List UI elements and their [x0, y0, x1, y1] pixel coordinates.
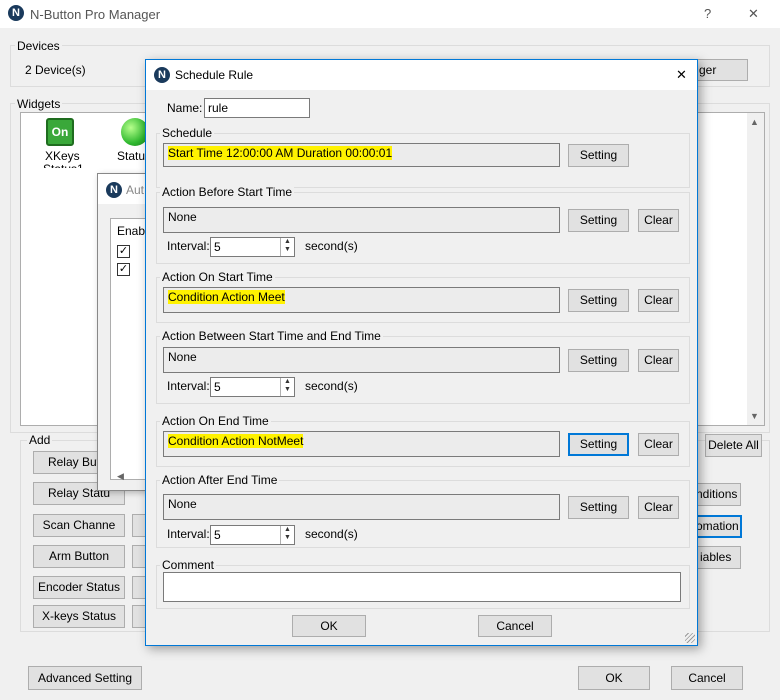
- name-label: Name:: [167, 101, 203, 115]
- advanced-setting-button[interactable]: Advanced Setting: [28, 666, 142, 690]
- resize-grip-icon[interactable]: [685, 633, 695, 643]
- enabled-column-header: Enabl: [117, 224, 148, 238]
- on-end-setting-button[interactable]: Setting: [568, 433, 629, 456]
- widgets-label: Widgets: [15, 97, 63, 111]
- add-col2-3[interactable]: [132, 576, 146, 599]
- widget-list-scrollbar[interactable]: ▲ ▼: [747, 113, 764, 425]
- spin-down-icon[interactable]: ▼: [281, 386, 294, 394]
- schedule-value: Start Time 12:00:00 AM Duration 00:00:01: [168, 146, 393, 160]
- before-start-label: Action Before Start Time: [160, 185, 295, 199]
- automation-button[interactable]: omation: [695, 515, 742, 538]
- between-seconds-label: second(s): [305, 379, 358, 393]
- main-cancel-button[interactable]: Cancel: [671, 666, 743, 690]
- name-input[interactable]: rule: [204, 98, 310, 118]
- spin-up-icon[interactable]: ▲: [281, 238, 294, 246]
- on-start-field: Condition Action Meet: [163, 287, 560, 313]
- add-col2-2[interactable]: [132, 545, 146, 568]
- app-logo-icon: N: [8, 5, 24, 21]
- on-start-clear-button[interactable]: Clear: [638, 289, 679, 312]
- schedule-label: Schedule: [160, 126, 215, 140]
- after-seconds-label: second(s): [305, 527, 358, 541]
- before-start-value: None: [163, 207, 560, 233]
- dialog-close-button[interactable]: ✕: [676, 67, 687, 83]
- automation-hscroll-left-icon[interactable]: ◀: [117, 471, 124, 482]
- add-col2-1[interactable]: [132, 514, 146, 537]
- device-manager-button[interactable]: ger: [690, 59, 748, 81]
- spin-up-icon[interactable]: ▲: [281, 378, 294, 386]
- after-spin-control[interactable]: ▲ ▼: [280, 526, 294, 544]
- between-interval-stepper[interactable]: 5 ▲ ▼: [210, 377, 295, 397]
- before-spin-control[interactable]: ▲ ▼: [280, 238, 294, 256]
- scroll-up-icon[interactable]: ▲: [750, 117, 759, 127]
- comment-label: Comment: [160, 558, 217, 572]
- dialog-title: Schedule Rule: [175, 68, 254, 82]
- dialog-cancel-button[interactable]: Cancel: [478, 615, 552, 637]
- between-value: None: [163, 347, 560, 373]
- main-ok-button[interactable]: OK: [578, 666, 650, 690]
- automation-title-bar: N Aut: [98, 174, 146, 204]
- between-setting-button[interactable]: Setting: [568, 349, 629, 372]
- xkeys-widget-icon[interactable]: On: [46, 118, 74, 146]
- after-interval-label: Interval:: [167, 527, 210, 541]
- scroll-down-icon[interactable]: ▼: [750, 411, 759, 421]
- between-clear-button[interactable]: Clear: [638, 349, 679, 372]
- automation-table[interactable]: Enabl ✓ ✓ ◀: [110, 218, 148, 482]
- on-start-value: Condition Action Meet: [168, 290, 285, 304]
- after-interval-value: 5: [214, 528, 221, 542]
- before-start-setting-button[interactable]: Setting: [568, 209, 629, 232]
- after-interval-stepper[interactable]: 5 ▲ ▼: [210, 525, 295, 545]
- add-xkeys-status[interactable]: X-keys Status: [33, 605, 125, 628]
- after-end-setting-button[interactable]: Setting: [568, 496, 629, 519]
- schedule-setting-button[interactable]: Setting: [568, 144, 629, 167]
- xkeys-widget-label: XKeys: [45, 149, 80, 163]
- before-interval-value: 5: [214, 240, 221, 254]
- between-label: Action Between Start Time and End Time: [160, 329, 383, 343]
- before-interval-stepper[interactable]: 5 ▲ ▼: [210, 237, 295, 257]
- dialog-ok-button[interactable]: OK: [292, 615, 366, 637]
- main-title-bar: N N-Button Pro Manager ? ✕: [0, 0, 780, 28]
- between-interval-value: 5: [214, 380, 221, 394]
- schedule-rule-dialog: N Schedule Rule ✕ Name: rule Schedule St…: [145, 59, 698, 646]
- spin-down-icon[interactable]: ▼: [281, 246, 294, 254]
- schedule-field: Start Time 12:00:00 AM Duration 00:00:01: [163, 143, 560, 167]
- between-interval-label: Interval:: [167, 379, 210, 393]
- main-window-title: N-Button Pro Manager: [30, 7, 161, 22]
- row1-enabled-checkbox[interactable]: ✓: [117, 245, 130, 258]
- dialog-logo-icon: N: [154, 67, 170, 83]
- device-count: 2 Device(s): [25, 63, 86, 77]
- on-end-label: Action On End Time: [160, 414, 271, 428]
- on-start-setting-button[interactable]: Setting: [568, 289, 629, 312]
- add-arm-button[interactable]: Arm Button: [33, 545, 125, 568]
- on-end-clear-button[interactable]: Clear: [638, 433, 679, 456]
- automation-title: Aut: [126, 183, 145, 197]
- conditions-button[interactable]: nditions: [695, 483, 741, 506]
- spin-up-icon[interactable]: ▲: [281, 526, 294, 534]
- devices-label: Devices: [15, 39, 62, 53]
- variables-button[interactable]: iables: [695, 546, 741, 569]
- before-interval-label: Interval:: [167, 239, 210, 253]
- automation-logo-icon: N: [106, 182, 122, 198]
- before-start-clear-button[interactable]: Clear: [638, 209, 679, 232]
- before-seconds-label: second(s): [305, 239, 358, 253]
- add-scan-channel[interactable]: Scan Channe: [33, 514, 125, 537]
- spin-down-icon[interactable]: ▼: [281, 534, 294, 542]
- on-start-label: Action On Start Time: [160, 270, 275, 284]
- after-end-value: None: [163, 494, 560, 520]
- automation-window: N Aut Enabl ✓ ✓ ◀: [97, 173, 148, 491]
- xkeys-widget-sub: Status1: [43, 162, 84, 168]
- main-close-button[interactable]: ✕: [748, 6, 759, 22]
- after-end-clear-button[interactable]: Clear: [638, 496, 679, 519]
- add-col2-4[interactable]: [132, 605, 146, 628]
- delete-all-button[interactable]: Delete All: [705, 434, 762, 457]
- add-encoder-status[interactable]: Encoder Status: [33, 576, 125, 599]
- help-button[interactable]: ?: [704, 6, 711, 21]
- row2-enabled-checkbox[interactable]: ✓: [117, 263, 130, 276]
- after-end-label: Action After End Time: [160, 473, 280, 487]
- comment-input[interactable]: [163, 572, 681, 602]
- dialog-title-bar: N Schedule Rule ✕: [146, 60, 697, 90]
- on-end-value: Condition Action NotMeet: [168, 434, 304, 448]
- add-label: Add: [27, 433, 53, 447]
- on-end-field: Condition Action NotMeet: [163, 431, 560, 457]
- between-spin-control[interactable]: ▲ ▼: [280, 378, 294, 396]
